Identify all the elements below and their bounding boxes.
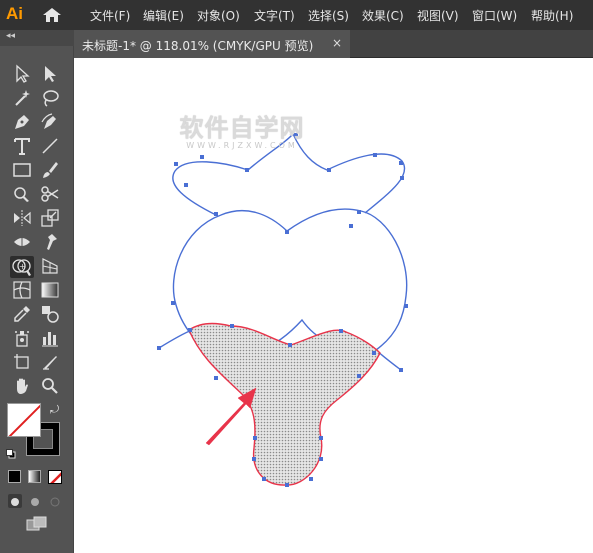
pen-tool-icon[interactable] (12, 112, 32, 132)
watermark-main-text: 软件自学网 (179, 114, 305, 142)
left-arm-path[interactable] (158, 329, 193, 349)
eyedropper-tool-icon[interactable] (12, 304, 32, 324)
screen-mode-icon[interactable] (26, 516, 48, 532)
document-tab-title: 未标题-1* @ 118.01% (CMYK/GPU 预览) (82, 39, 314, 53)
artboard-canvas[interactable]: 软件自学网 WWW.RJZXW.COM (74, 58, 593, 553)
mesh-tool-icon[interactable] (12, 280, 32, 300)
puppet-warp-tool-icon[interactable] (40, 232, 60, 252)
menu-file[interactable]: 文件(F) (90, 7, 130, 24)
tools-panel: ◂◂ + ⤾ (0, 30, 74, 553)
draw-behind-icon[interactable] (28, 494, 42, 508)
menu-help[interactable]: 帮助(H) (531, 7, 573, 24)
menu-select[interactable]: 选择(S) (308, 7, 349, 24)
perspective-grid-tool-icon[interactable] (40, 256, 60, 276)
swap-fill-stroke-icon[interactable]: ⤾ (50, 403, 59, 417)
app-logo: Ai (6, 4, 23, 23)
artwork[interactable] (74, 58, 593, 553)
document-tab-bar: 未标题-1* @ 118.01% (CMYK/GPU 预览) × (74, 30, 593, 58)
gradient-tool-icon[interactable] (40, 280, 60, 300)
svg-text:+: + (19, 262, 26, 271)
paintbrush-tool-icon[interactable] (40, 160, 60, 180)
annotation-arrow (205, 387, 257, 446)
menu-view[interactable]: 视图(V) (417, 7, 459, 24)
gradient-button[interactable] (28, 470, 41, 483)
menu-window[interactable]: 窗口(W) (472, 7, 517, 24)
draw-inside-icon[interactable] (48, 494, 62, 508)
color-mode-buttons (8, 470, 68, 484)
selected-fill-shape[interactable] (188, 322, 381, 486)
watermark-sub-text: WWW.RJZXW.COM (186, 141, 298, 150)
rectangle-tool-icon[interactable] (12, 160, 32, 180)
hand-tool-icon[interactable] (12, 376, 32, 396)
magic-wand-tool-icon[interactable] (12, 88, 32, 108)
draw-normal-icon[interactable] (8, 494, 22, 508)
collapse-panel-icon[interactable]: ◂◂ (6, 31, 15, 41)
color-button[interactable] (8, 470, 21, 483)
document-tab[interactable]: 未标题-1* @ 118.01% (CMYK/GPU 预览) × (74, 30, 350, 58)
shape-builder-tool-icon[interactable]: + (10, 256, 34, 278)
type-tool-icon[interactable] (12, 136, 32, 156)
reflect-tool-icon[interactable] (12, 208, 32, 228)
shaper-tool-icon[interactable] (12, 184, 32, 204)
fill-stroke-widget: ⤾ (6, 402, 66, 464)
fill-swatch[interactable] (7, 403, 41, 437)
selection-tool-icon[interactable] (12, 64, 32, 84)
menu-type[interactable]: 文字(T) (254, 7, 295, 24)
zoom-tool-icon[interactable] (40, 376, 60, 396)
default-fill-stroke-icon[interactable] (6, 444, 16, 459)
blend-tool-icon[interactable] (40, 304, 60, 324)
home-icon[interactable] (42, 7, 62, 23)
scale-tool-icon[interactable] (40, 208, 60, 228)
symbol-sprayer-tool-icon[interactable] (12, 328, 32, 348)
scissors-tool-icon[interactable] (40, 184, 60, 204)
draw-modes (8, 494, 68, 510)
slice-tool-icon[interactable] (40, 352, 60, 372)
tab-close-icon[interactable]: × (332, 36, 342, 50)
direct-selection-tool-icon[interactable] (40, 64, 60, 84)
none-button[interactable] (48, 470, 62, 484)
line-segment-tool-icon[interactable] (40, 136, 60, 156)
column-graph-tool-icon[interactable] (40, 328, 60, 348)
lasso-tool-icon[interactable] (40, 88, 60, 108)
menu-bar: Ai 文件(F) 编辑(E) 对象(O) 文字(T) 选择(S) 效果(C) 视… (0, 0, 593, 30)
width-tool-icon[interactable] (12, 232, 32, 252)
menu-effect[interactable]: 效果(C) (362, 7, 404, 24)
watermark: 软件自学网 WWW.RJZXW.COM (167, 108, 317, 150)
menu-edit[interactable]: 编辑(E) (143, 7, 184, 24)
tools-panel-header: ◂◂ (0, 30, 74, 46)
menu-object[interactable]: 对象(O) (197, 7, 240, 24)
artboard-tool-icon[interactable] (12, 352, 32, 372)
curvature-tool-icon[interactable] (40, 112, 60, 132)
